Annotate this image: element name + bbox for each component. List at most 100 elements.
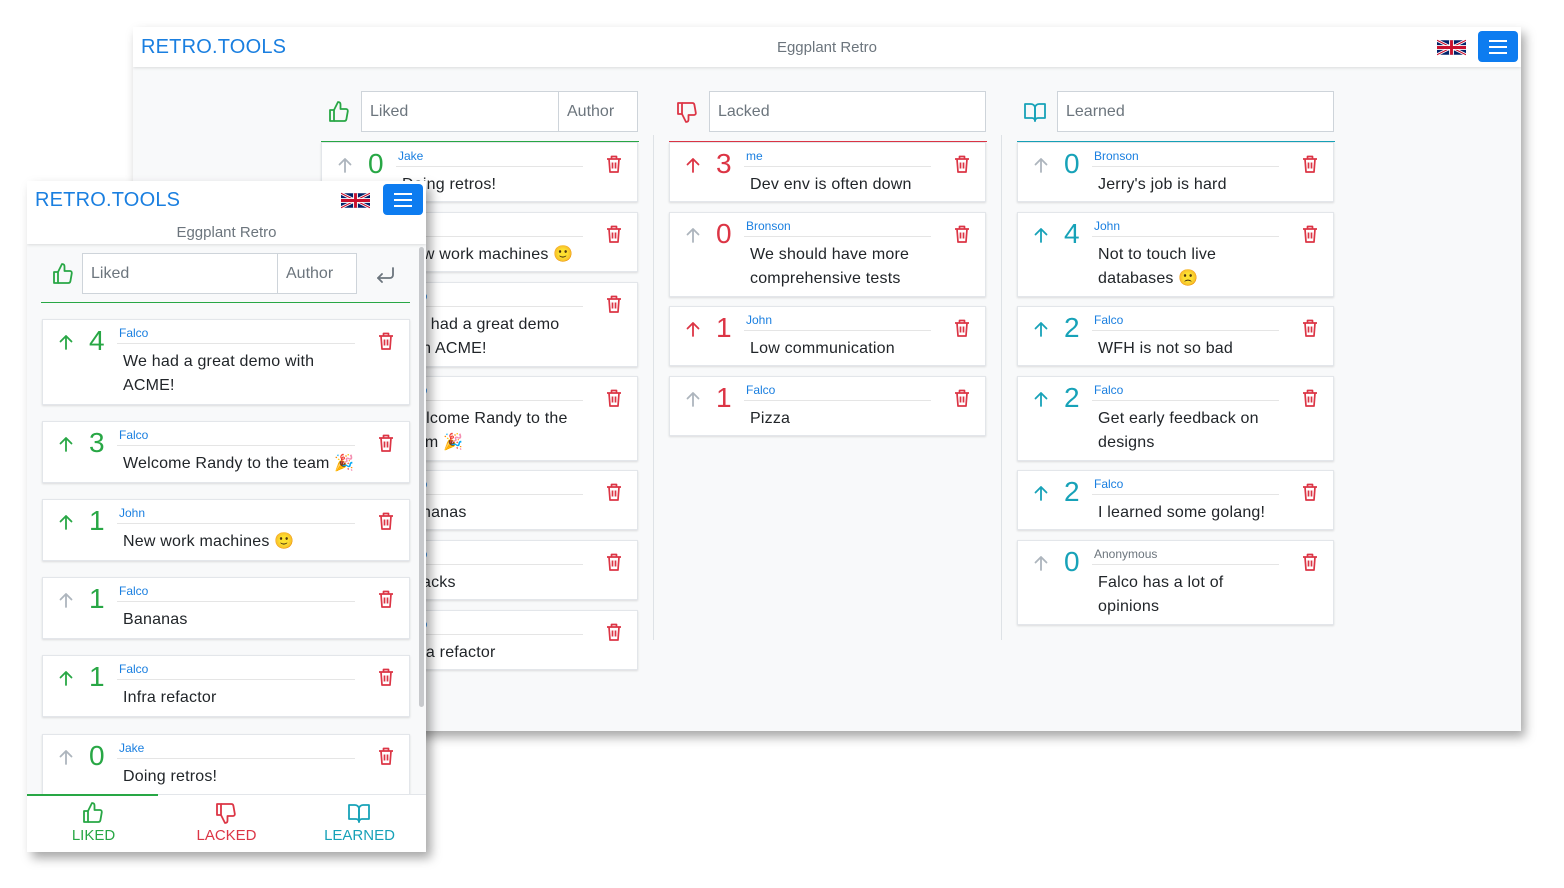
retro-card: 4 Falco We had a great demo with ACME!	[42, 319, 410, 405]
card-body[interactable]: Falco Get early feedback on designs	[1092, 377, 1285, 460]
upvote-arrow-icon[interactable]	[1032, 156, 1050, 174]
upvote-arrow-icon[interactable]	[57, 513, 75, 531]
upvote-arrow-icon[interactable]	[1032, 484, 1050, 502]
trash-icon[interactable]	[1301, 154, 1319, 174]
lacked-input[interactable]: Lacked	[709, 91, 986, 132]
trash-icon[interactable]	[1301, 482, 1319, 502]
upvote-arrow-icon[interactable]	[684, 156, 702, 174]
card-body[interactable]: Bronson We should have more comprehensive…	[744, 213, 937, 296]
tab-label: LACKED	[196, 827, 257, 844]
upvote-arrow-icon[interactable]	[684, 226, 702, 244]
liked-input[interactable]: Liked	[82, 253, 278, 294]
trash-icon[interactable]	[377, 433, 395, 453]
author-input[interactable]: Author	[277, 253, 357, 294]
trash-icon[interactable]	[377, 589, 395, 609]
card-divider	[744, 330, 931, 331]
vote-count: 0	[1064, 546, 1080, 577]
card-text: Bananas	[123, 611, 188, 628]
brand-logo[interactable]: RETRO.TOOLS	[35, 189, 180, 212]
card-text: New work machines 🙂	[123, 533, 295, 550]
trash-icon[interactable]	[605, 622, 623, 642]
card-body[interactable]: Jake Doing retros!	[117, 735, 361, 795]
trash-icon[interactable]	[605, 552, 623, 572]
upvote-arrow-icon[interactable]	[684, 320, 702, 338]
trash-icon[interactable]	[1301, 318, 1319, 338]
liked-column-header: Liked Author	[321, 91, 639, 142]
vote-count: 1	[89, 505, 105, 536]
upvote-arrow-icon[interactable]	[1032, 390, 1050, 408]
upvote-arrow-icon[interactable]	[684, 390, 702, 408]
upvote-arrow-icon[interactable]	[57, 435, 75, 453]
card-body[interactable]: Bronson Jerry's job is hard	[1092, 143, 1285, 201]
card-divider	[117, 445, 355, 446]
trash-icon[interactable]	[605, 388, 623, 408]
author-input[interactable]: Author	[558, 91, 638, 132]
upvote-arrow-icon[interactable]	[1032, 320, 1050, 338]
tab-lacked[interactable]: LACKED	[160, 795, 293, 852]
card-divider	[1092, 166, 1279, 167]
learned-input[interactable]: Learned	[1057, 91, 1334, 132]
uk-flag-icon[interactable]	[1437, 38, 1466, 57]
retro-card: 2 Falco I learned some golang!	[1017, 470, 1334, 530]
top-navbar: RETRO.TOOLS Eggplant Retro	[133, 27, 1521, 67]
vote-count: 0	[716, 218, 732, 249]
trash-icon[interactable]	[605, 154, 623, 174]
upvote-arrow-icon[interactable]	[57, 748, 75, 766]
liked-input[interactable]: Liked	[361, 91, 559, 132]
card-body[interactable]: Anonymous Falco has a lot of opinions	[1092, 541, 1285, 624]
thumbs-up-icon	[83, 802, 103, 823]
card-body[interactable]: John Low communication	[744, 307, 937, 365]
enter-icon[interactable]	[373, 263, 397, 287]
menu-button[interactable]	[1478, 31, 1518, 62]
card-body[interactable]: Falco Infra refactor	[117, 656, 361, 716]
vote-count: 4	[1064, 218, 1080, 249]
trash-icon[interactable]	[605, 482, 623, 502]
card-divider	[1092, 564, 1279, 565]
card-body[interactable]: Falco We had a great demo with ACME!	[117, 320, 361, 404]
tab-learned[interactable]: LEARNED	[293, 795, 426, 852]
trash-icon[interactable]	[1301, 224, 1319, 244]
lacked-column: Lacked 3 me Dev env is often down 0 Bronson W…	[669, 91, 987, 436]
trash-icon[interactable]	[953, 224, 971, 244]
trash-icon[interactable]	[1301, 388, 1319, 408]
vote-count: 2	[1064, 476, 1080, 507]
upvote-arrow-icon[interactable]	[1032, 554, 1050, 572]
vote-count: 1	[716, 312, 732, 343]
tab-liked[interactable]: LIKED	[27, 795, 160, 852]
liked-column: Liked Author 0JakeDoing retros!1JohnNew …	[321, 91, 639, 670]
trash-icon[interactable]	[953, 154, 971, 174]
menu-button[interactable]	[383, 184, 423, 215]
card-body[interactable]: me Dev env is often down	[744, 143, 937, 201]
trash-icon[interactable]	[953, 318, 971, 338]
card-body[interactable]: Falco Pizza	[744, 377, 937, 435]
card-text: Doing retros!	[402, 176, 497, 193]
card-text: Dev env is often down	[750, 176, 912, 193]
trash-icon[interactable]	[377, 746, 395, 766]
card-body[interactable]: Falco WFH is not so bad	[1092, 307, 1285, 365]
upvote-arrow-icon[interactable]	[57, 333, 75, 351]
trash-icon[interactable]	[605, 224, 623, 244]
upvote-arrow-icon[interactable]	[1032, 226, 1050, 244]
trash-icon[interactable]	[605, 294, 623, 314]
card-body[interactable]: Falco Welcome Randy to the team 🎉	[117, 422, 361, 482]
card-body[interactable]: John Not to touch live databases 🙁	[1092, 213, 1285, 296]
thumbs-up-icon	[53, 263, 73, 284]
trash-icon[interactable]	[377, 667, 395, 687]
vote-count: 2	[1064, 312, 1080, 343]
upvote-arrow-icon[interactable]	[57, 669, 75, 687]
trash-icon[interactable]	[377, 511, 395, 531]
card-text: Welcome Randy to the team 🎉	[402, 410, 568, 451]
card-body[interactable]: Falco Bananas	[117, 578, 361, 638]
scrollbar[interactable]	[419, 247, 424, 707]
card-body[interactable]: John New work machines 🙂	[117, 500, 361, 560]
upvote-arrow-icon[interactable]	[336, 156, 354, 174]
upvote-arrow-icon[interactable]	[57, 591, 75, 609]
trash-icon[interactable]	[1301, 552, 1319, 572]
card-body[interactable]: Falco I learned some golang!	[1092, 471, 1285, 529]
trash-icon[interactable]	[953, 388, 971, 408]
card-text: Pizza	[750, 410, 791, 427]
vote-count: 1	[716, 382, 732, 413]
uk-flag-icon[interactable]	[341, 191, 370, 210]
bottom-tab-bar: LIKED LACKED LEARNED	[27, 794, 426, 852]
trash-icon[interactable]	[377, 331, 395, 351]
